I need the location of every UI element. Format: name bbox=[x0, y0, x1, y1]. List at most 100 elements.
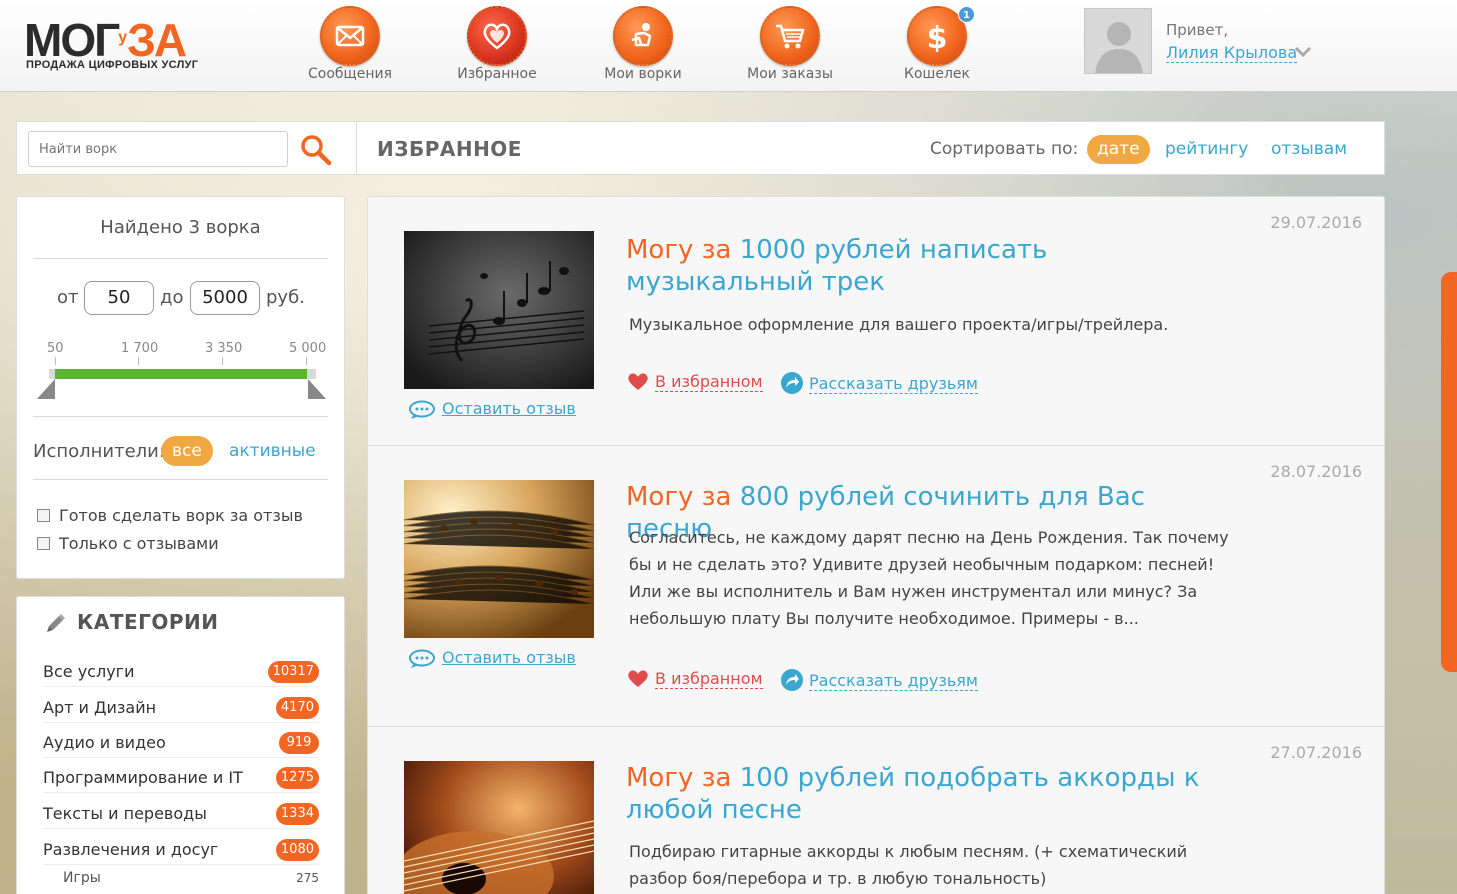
leave-review-link[interactable]: Оставить отзыв bbox=[408, 648, 576, 669]
category-count-badge: 919 bbox=[279, 732, 319, 754]
nav-label: Кошелек bbox=[904, 66, 970, 82]
nav-messages[interactable]: Сообщения bbox=[295, 6, 405, 86]
work-image[interactable] bbox=[404, 761, 594, 894]
category-name: Аудио и видео bbox=[43, 733, 166, 752]
category-name: Тексты и переводы bbox=[43, 804, 207, 823]
performers-all[interactable]: все bbox=[161, 436, 213, 466]
wallet-badge: 1 bbox=[958, 6, 975, 23]
category-item[interactable]: Программирование и IT 1275 bbox=[43, 765, 319, 793]
checkbox-ready-for-review[interactable]: Готов сделать ворк за отзыв bbox=[37, 506, 303, 528]
checkbox-label: Только с отзывами bbox=[59, 534, 219, 553]
filter-panel: Найдено 3 ворка от 50 до 5000 руб. 50 1 … bbox=[16, 196, 345, 579]
price-to-input[interactable]: 5000 bbox=[190, 281, 260, 315]
nav-label: Мои ворки bbox=[604, 66, 682, 82]
share-icon bbox=[781, 669, 803, 691]
performers-active[interactable]: активные bbox=[218, 436, 327, 466]
checkbox[interactable] bbox=[37, 537, 50, 550]
worker-icon bbox=[613, 6, 673, 66]
user-greeting: Привет, bbox=[1166, 21, 1229, 39]
subcategory-name: Игры bbox=[63, 870, 101, 886]
speech-bubble-icon bbox=[409, 649, 435, 668]
favorite-toggle[interactable]: В избранном bbox=[626, 371, 763, 392]
leave-review-link[interactable]: Оставить отзыв bbox=[408, 399, 576, 420]
search-panel bbox=[16, 121, 356, 175]
category-item[interactable]: Все услуги 10317 bbox=[43, 659, 319, 687]
checkbox[interactable] bbox=[37, 509, 50, 522]
category-name: Все услуги bbox=[43, 662, 135, 681]
nav-my-orders[interactable]: Мои заказы bbox=[735, 6, 845, 86]
slider-min-handle[interactable] bbox=[35, 377, 57, 401]
category-count-badge: 1334 bbox=[275, 803, 319, 825]
price-to-label: до bbox=[160, 287, 184, 308]
subcategory-item[interactable]: Игры 275 bbox=[63, 870, 319, 890]
work-image[interactable] bbox=[404, 231, 594, 389]
divider bbox=[33, 416, 328, 417]
envelope-icon bbox=[320, 6, 380, 66]
scale-tick-label: 5 000 bbox=[289, 341, 327, 356]
category-name: Развлечения и досуг bbox=[43, 840, 219, 859]
category-count-badge: 1275 bbox=[275, 767, 319, 789]
avatar[interactable] bbox=[1084, 8, 1152, 74]
currency-label: руб. bbox=[266, 287, 305, 308]
heart-icon bbox=[628, 670, 648, 687]
share-link[interactable]: Рассказать друзьям bbox=[780, 371, 978, 395]
work-title[interactable]: Могу за 100 рублей подобрать аккорды к л… bbox=[626, 762, 1226, 826]
work-description: Музыкальное оформление для вашего проект… bbox=[629, 315, 1169, 334]
performers-label: Исполнители: bbox=[33, 441, 165, 462]
chevron-down-icon[interactable] bbox=[1294, 44, 1312, 63]
checkbox-with-reviews[interactable]: Только с отзывами bbox=[37, 534, 219, 556]
divider bbox=[33, 258, 328, 259]
user-name-link[interactable]: Лилия Крылова bbox=[1166, 44, 1298, 63]
nav-favorites[interactable]: Избранное bbox=[442, 6, 552, 86]
categories-title: КАТЕГОРИИ bbox=[77, 610, 219, 634]
category-item[interactable]: Арт и Дизайн 4170 bbox=[43, 695, 319, 723]
heart-icon bbox=[628, 373, 648, 390]
work-card: 28.07.2016 Оставить отзыв Могу за 800 ру… bbox=[368, 446, 1384, 727]
speech-bubble-icon bbox=[409, 400, 435, 419]
work-description: Согласитесь, не каждому дарят песню на Д… bbox=[629, 528, 1229, 628]
share-icon bbox=[781, 372, 803, 394]
category-count-badge: 4170 bbox=[275, 697, 319, 719]
work-date: 27.07.2016 bbox=[1270, 743, 1362, 762]
site-logo[interactable]: МОГуЗА ПРОДАЖА ЦИФРОВЫХ УСЛУГ bbox=[24, 14, 224, 76]
title-bar: ИЗБРАННОЕ Сортировать по: дате рейтингу … bbox=[356, 121, 1385, 175]
work-image[interactable] bbox=[404, 480, 594, 638]
sort-by-date[interactable]: дате bbox=[1087, 135, 1150, 164]
work-date: 28.07.2016 bbox=[1270, 462, 1362, 481]
slider-max-handle[interactable] bbox=[306, 377, 328, 401]
scale-tick bbox=[55, 357, 56, 365]
work-card: 27.07.2016 Могу за 100 рублей подобрать … bbox=[368, 727, 1384, 894]
scale-tick-label: 3 350 bbox=[205, 341, 243, 356]
found-count: Найдено 3 ворка bbox=[100, 217, 261, 238]
price-range: от 50 до 5000 руб. bbox=[17, 281, 344, 317]
logo-subtitle: ПРОДАЖА ЦИФРОВЫХ УСЛУГ bbox=[26, 59, 199, 71]
logo-wordmark: МОГуЗА bbox=[24, 14, 187, 66]
scale-tick bbox=[306, 357, 307, 365]
sort-label: Сортировать по: bbox=[930, 139, 1079, 159]
scale-tick-label: 50 bbox=[47, 341, 64, 356]
category-count-badge: 1080 bbox=[275, 839, 319, 861]
share-link[interactable]: Рассказать друзьям bbox=[780, 668, 978, 692]
category-item[interactable]: Аудио и видео 919 bbox=[43, 730, 319, 758]
search-icon[interactable] bbox=[299, 133, 333, 167]
categories-panel: КАТЕГОРИИ Все услуги 10317 Арт и Дизайн … bbox=[16, 596, 345, 894]
checkbox-label: Готов сделать ворк за отзыв bbox=[59, 506, 303, 525]
work-title[interactable]: Могу за 1000 рублей написать музыкальный… bbox=[626, 234, 1226, 298]
sort-by-reviews[interactable]: отзывам bbox=[1261, 135, 1357, 164]
subcategory-count: 275 bbox=[296, 871, 319, 885]
search-input[interactable] bbox=[28, 131, 288, 167]
nav-my-works[interactable]: Мои ворки bbox=[588, 6, 698, 86]
heart-icon bbox=[467, 6, 527, 66]
price-from-input[interactable]: 50 bbox=[84, 281, 154, 315]
scale-tick bbox=[222, 357, 223, 365]
sort-by-rating[interactable]: рейтингу bbox=[1155, 135, 1258, 164]
favorite-toggle[interactable]: В избранном bbox=[626, 668, 763, 689]
category-item[interactable]: Тексты и переводы 1334 bbox=[43, 801, 319, 829]
category-item[interactable]: Развлечения и досуг 1080 bbox=[43, 837, 319, 865]
category-count-badge: 10317 bbox=[267, 661, 319, 683]
nav-label: Избранное bbox=[457, 66, 537, 82]
nav-wallet[interactable]: $ 1 Кошелек bbox=[882, 6, 992, 86]
feedback-side-tab[interactable] bbox=[1441, 272, 1457, 672]
nav-label: Сообщения bbox=[307, 66, 392, 82]
top-header: МОГуЗА ПРОДАЖА ЦИФРОВЫХ УСЛУГ Сообщения … bbox=[0, 0, 1457, 92]
